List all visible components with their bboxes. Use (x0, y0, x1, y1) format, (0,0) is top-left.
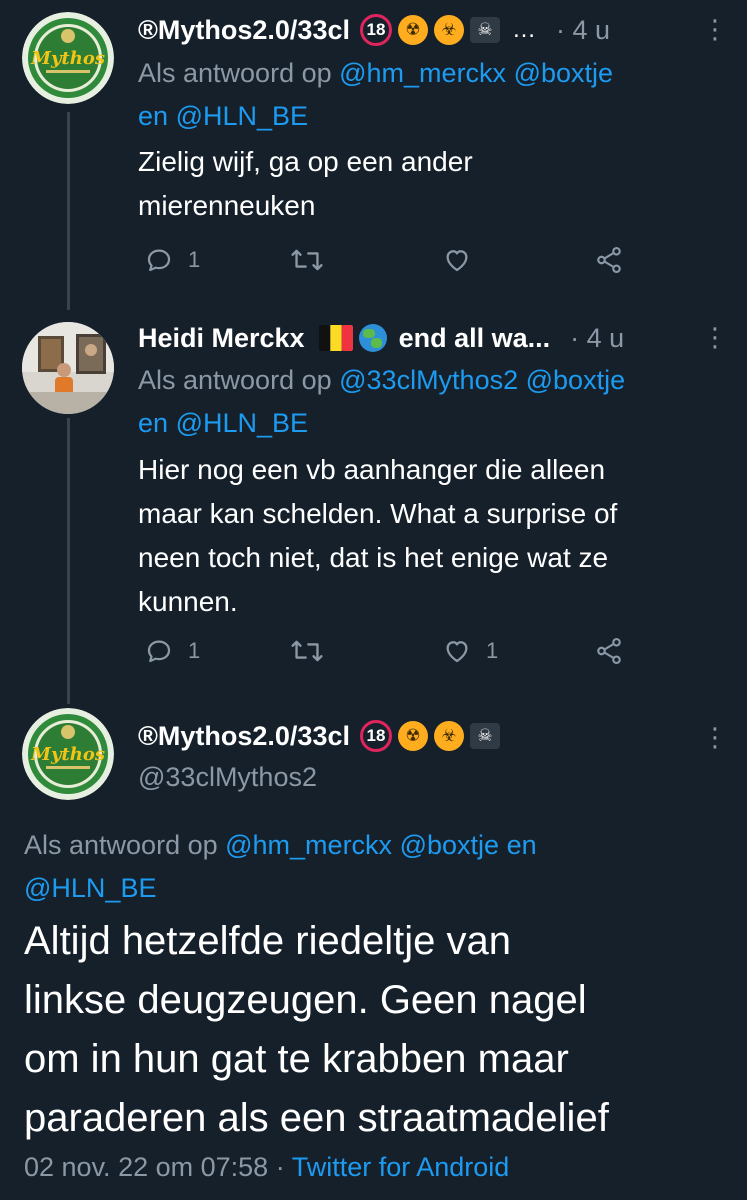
mention-link[interactable]: @HLN_BE (176, 408, 308, 438)
reply-count: 1 (188, 247, 201, 272)
share-icon (597, 637, 621, 665)
skull-icon: ☠ (469, 723, 500, 749)
footer-separator: · (275, 1152, 285, 1182)
retweet-button[interactable] (290, 631, 324, 671)
tweet-text-line: Zielig wijf, ga op een ander (138, 146, 473, 177)
reply-prefix: Als antwoord op (138, 365, 340, 395)
tweet-text: Hier nog een vb aanhanger die alleen maa… (138, 448, 718, 624)
display-name[interactable]: ®Mythos2.0/33cl (138, 721, 350, 752)
display-name[interactable]: Heidi Merckx (138, 323, 305, 354)
tweet-source-link[interactable]: Twitter for Android (292, 1152, 510, 1182)
tweet-text-line: Hier nog een vb aanhanger die alleen (138, 454, 606, 485)
tweet-time[interactable]: · 4 u (570, 323, 624, 354)
avatar[interactable]: Mythos (22, 12, 114, 104)
tweet-header: ®Mythos2.0/33cl 18 ☢ ☣ ☠ (138, 714, 500, 758)
share-button[interactable] (594, 631, 624, 671)
thread-line (67, 112, 70, 310)
mention-link[interactable]: @boxtje (400, 830, 499, 860)
reply-context: Als antwoord op @33clMythos2 @boxtje en @… (138, 359, 728, 445)
heart-icon (446, 250, 468, 272)
tweet-actions: 1 1 (138, 631, 638, 671)
avatar[interactable] (22, 322, 114, 414)
reply-count: 1 (188, 638, 201, 663)
mention-link[interactable]: @hm_merckx (225, 830, 392, 860)
reply-context: Als antwoord op @hm_merckx @boxtje en @HL… (138, 52, 728, 138)
name-truncation: … (511, 16, 536, 43)
skull-icon: ☠ (469, 17, 500, 43)
retweet-button[interactable] (290, 240, 324, 280)
mention-link[interactable]: @33clMythos2 (339, 365, 518, 395)
reply-button[interactable]: 1 (144, 631, 200, 671)
mention-and: en (138, 101, 169, 131)
reply-icon (147, 249, 171, 272)
reply-prefix: Als antwoord op (138, 58, 340, 88)
belgium-flag-icon (318, 325, 353, 351)
mention-link[interactable]: @HLN_BE (176, 101, 308, 131)
more-options-icon[interactable]: ⋮ (702, 324, 728, 350)
biohazard-icon: ☣ (433, 15, 464, 45)
thread-line (67, 418, 70, 704)
tweet-text-line: neen toch niet, dat is het enige wat ze (138, 542, 609, 573)
mention-and: en (138, 408, 169, 438)
like-button[interactable]: 1 (442, 631, 498, 671)
radioactive-icon: ☢ (397, 721, 428, 751)
svg-text:Mythos: Mythos (30, 48, 105, 69)
tweet-footer: 02 nov. 22 om 07:58 · Twitter for Androi… (24, 1152, 509, 1183)
user-handle[interactable]: @33clMythos2 (138, 762, 317, 793)
retweet-icon (291, 249, 323, 271)
tweet-time[interactable]: · 4 u (556, 15, 610, 46)
share-icon (597, 246, 621, 274)
radioactive-icon: ☢ (397, 15, 428, 45)
mention-and: en (506, 830, 537, 860)
adult-18-icon: 18 (359, 720, 392, 752)
like-button[interactable] (442, 240, 472, 280)
tweet-text-line: paraderen als een straatmadelief (24, 1096, 609, 1140)
display-name-extra[interactable]: end all wa... (399, 323, 551, 354)
reply-button[interactable]: 1 (144, 240, 200, 280)
mention-link[interactable]: @boxtje (514, 58, 613, 88)
mention-link[interactable]: @HLN_BE (24, 873, 156, 903)
display-name[interactable]: ®Mythos2.0/33cl (138, 15, 350, 46)
biohazard-icon: ☣ (433, 721, 464, 751)
mention-link[interactable]: @boxtje (526, 365, 625, 395)
tweet-text-line: linkse deugzeugen. Geen nagel (24, 978, 587, 1022)
more-options-icon[interactable]: ⋮ (702, 16, 728, 42)
tweet-text-line: maar kan schelden. What a surprise of (138, 498, 618, 529)
adult-18-icon: 18 (359, 14, 392, 46)
tweet-text: Zielig wijf, ga op een ander mierenneuke… (138, 140, 718, 228)
tweet-text: Altijd hetzelfde riedeltje van linkse de… (24, 912, 739, 1148)
tweet-timestamp[interactable]: 02 nov. 22 om 07:58 (24, 1152, 268, 1182)
heart-icon (446, 641, 468, 663)
more-options-icon[interactable]: ⋮ (702, 724, 728, 750)
tweet-text-line: kunnen. (138, 586, 238, 617)
tweet-actions: 1 (138, 240, 638, 280)
mention-link[interactable]: @hm_merckx (339, 58, 506, 88)
tweet-header: Heidi Merckx end all wa... · 4 u (138, 316, 624, 360)
like-count: 1 (486, 638, 499, 663)
reply-prefix: Als antwoord op (24, 830, 226, 860)
tweet-header: ®Mythos2.0/33cl 18 ☢ ☣ ☠ … · 4 u (138, 8, 610, 52)
avatar[interactable]: Mythos (22, 708, 114, 800)
tweet-text-line: Altijd hetzelfde riedeltje van (24, 919, 511, 963)
tweet-text-line: mierenneuken (138, 190, 316, 221)
retweet-icon (291, 640, 323, 662)
globe-icon (358, 324, 387, 352)
share-button[interactable] (594, 240, 624, 280)
reply-icon (147, 640, 171, 663)
svg-text:Mythos: Mythos (30, 744, 105, 765)
tweet-text-line: om in hun gat te krabben maar (24, 1037, 569, 1081)
reply-context: Als antwoord op @hm_merckx @boxtje en @HL… (24, 824, 724, 910)
